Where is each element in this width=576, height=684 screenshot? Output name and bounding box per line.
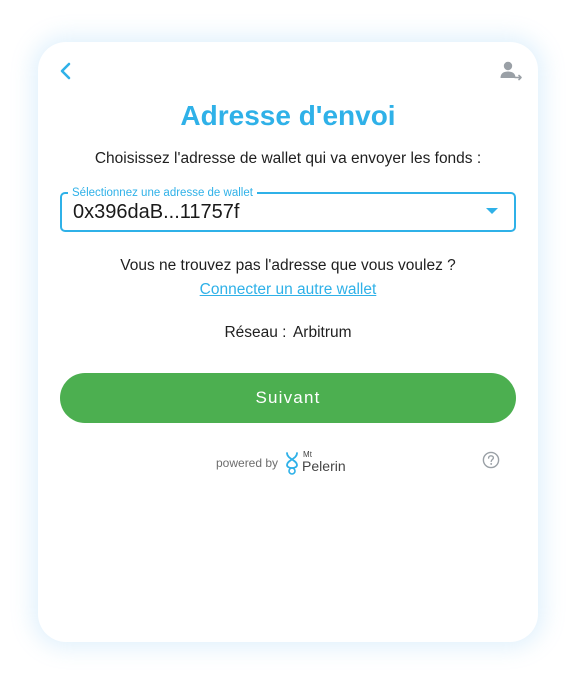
next-button[interactable]: Suivant [60,373,516,423]
account-button[interactable] [498,58,524,84]
network-value: Arbitrum [292,324,352,341]
wallet-address-select[interactable]: Sélectionnez une adresse de wallet 0x396… [60,186,516,232]
instruction-text: Choisissez l'adresse de wallet qui va en… [94,150,482,167]
network-label: Réseau : [224,324,287,341]
back-button[interactable] [56,58,78,84]
wallet-select-value: 0x396daB...11757f [73,201,240,223]
help-button[interactable] [482,451,500,469]
mt-pelerin-logo-icon [286,452,298,475]
logo-pelerin-text: Pelerin [302,458,346,474]
caret-down-icon [486,208,498,214]
powered-by-text: powered by [216,456,279,470]
connect-other-wallet-link[interactable]: Connecter un autre wallet [38,281,538,299]
chevron-left-icon [60,62,71,80]
wallet-select-label: Sélectionnez une adresse de wallet [68,186,257,200]
network-info: Réseau : Arbitrum [38,324,538,342]
logo-mt-text: Mt [303,450,312,459]
powered-by[interactable]: powered by Mt Pelerin [216,450,346,476]
question-circle-icon [482,451,500,469]
page-title: Adresse d'envoi [180,100,396,131]
mt-pelerin-logo: Mt Pelerin [284,450,346,475]
widget-card: Adresse d'envoi Choisissez l'adresse de … [38,42,538,642]
user-switch-icon [500,61,522,81]
not-found-text: Vous ne trouvez pas l'adresse que vous v… [120,257,456,274]
logo-wordmark: Mt Pelerin [302,450,346,474]
